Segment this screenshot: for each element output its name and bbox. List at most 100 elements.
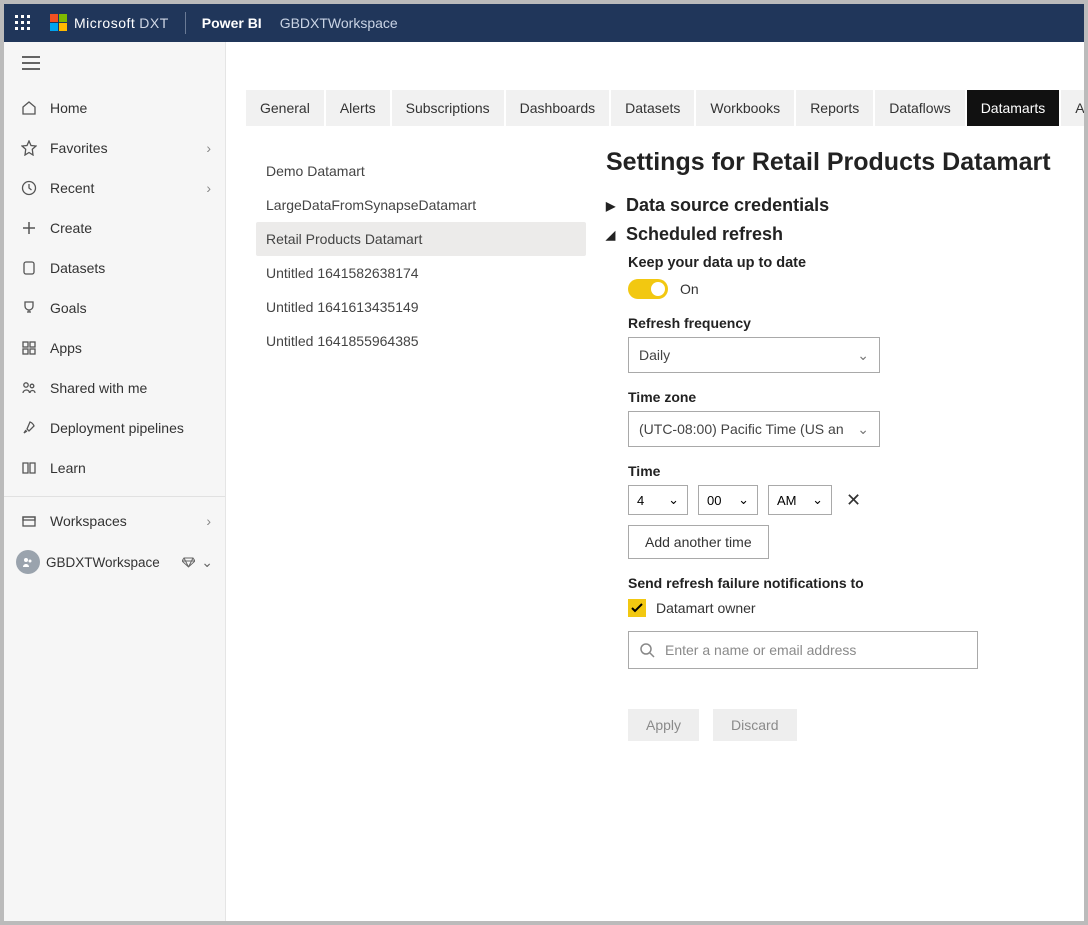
datamart-list-item[interactable]: Untitled 1641582638174 [256, 256, 586, 290]
nav-label: Goals [50, 300, 211, 316]
settings-panel: Settings for Retail Products Datamart ▶ … [586, 126, 1084, 921]
clock-icon [18, 180, 40, 196]
notify-owner-row: Datamart owner [628, 599, 1054, 617]
nav-item-learn[interactable]: Learn [4, 448, 225, 488]
nav-item-pipelines[interactable]: Deployment pipelines [4, 408, 225, 448]
global-header: MicrosoftDXT Power BI GBDXTWorkspace [4, 4, 1084, 42]
book-icon [18, 460, 40, 476]
app-launcher-icon[interactable] [10, 10, 36, 36]
triangle-down-icon: ◢ [606, 228, 620, 242]
nav-label: Workspaces [50, 513, 206, 529]
action-buttons: Apply Discard [628, 709, 1054, 741]
frequency-select[interactable]: Daily ⌄ [628, 337, 880, 373]
time-ampm-select[interactable]: AM⌄ [768, 485, 832, 515]
frequency-label: Refresh frequency [628, 315, 1054, 331]
settings-tabstrip: General Alerts Subscriptions Dashboards … [246, 90, 1084, 126]
apply-button[interactable]: Apply [628, 709, 699, 741]
discard-button[interactable]: Discard [713, 709, 796, 741]
select-value: Daily [639, 347, 670, 363]
nav-item-shared[interactable]: Shared with me [4, 368, 225, 408]
chevron-down-icon: ⌄ [201, 554, 213, 571]
section-header-refresh[interactable]: ◢ Scheduled refresh [606, 224, 1054, 245]
premium-diamond-icon [182, 557, 195, 568]
nav-item-datasets[interactable]: Datasets [4, 248, 225, 288]
tab-reports[interactable]: Reports [796, 90, 873, 126]
keep-data-label: Keep your data up to date [628, 255, 1054, 271]
search-icon [639, 642, 655, 658]
shared-icon [18, 380, 40, 396]
nav-label: Shared with me [50, 380, 211, 396]
notify-label: Send refresh failure notifications to [628, 575, 1054, 591]
datamart-list-item[interactable]: Untitled 1641855964385 [256, 324, 586, 358]
workspace-name: GBDXTWorkspace [46, 555, 178, 570]
microsoft-logo-icon [50, 14, 68, 32]
toggle-state: On [680, 281, 699, 297]
section-label: Data source credentials [626, 195, 829, 216]
tab-dashboards[interactable]: Dashboards [506, 90, 610, 126]
tab-workbooks[interactable]: Workbooks [696, 90, 794, 126]
nav-label: Create [50, 220, 211, 236]
nav-item-home[interactable]: Home [4, 88, 225, 128]
remove-time-icon[interactable]: ✕ [846, 490, 861, 511]
datamart-list-item[interactable]: Untitled 1641613435149 [256, 290, 586, 324]
chevron-down-icon: ⌄ [857, 347, 869, 364]
tab-datasets[interactable]: Datasets [611, 90, 694, 126]
tab-subscriptions[interactable]: Subscriptions [392, 90, 504, 126]
chevron-right-icon: › [206, 180, 211, 196]
nav-item-favorites[interactable]: Favorites › [4, 128, 225, 168]
section-label: Scheduled refresh [626, 224, 783, 245]
chevron-down-icon: ⌄ [857, 421, 869, 438]
nav-collapse-button[interactable] [22, 56, 40, 70]
chevron-down-icon: ⌄ [812, 492, 823, 508]
tab-dataflows[interactable]: Dataflows [875, 90, 964, 126]
tab-alerts[interactable]: Alerts [326, 90, 390, 126]
tab-datamarts[interactable]: Datamarts [967, 90, 1060, 126]
star-icon [18, 140, 40, 156]
nav-label: Recent [50, 180, 206, 196]
time-minute-select[interactable]: 00⌄ [698, 485, 758, 515]
notify-owner-checkbox[interactable] [628, 599, 646, 617]
nav-label: Learn [50, 460, 211, 476]
datamart-list-item[interactable]: Demo Datamart [256, 154, 586, 188]
timezone-label: Time zone [628, 389, 1054, 405]
datamart-list-item[interactable]: Retail Products Datamart [256, 222, 586, 256]
chevron-right-icon: › [206, 140, 211, 156]
nav-item-workspaces[interactable]: Workspaces › [4, 501, 225, 541]
header-separator [185, 12, 186, 34]
refresh-toggle[interactable]: On [628, 279, 1054, 299]
nav-label: Deployment pipelines [50, 420, 211, 436]
select-value: (UTC-08:00) Pacific Time (US an [639, 421, 844, 437]
nav-label: Home [50, 100, 211, 116]
nav-item-recent[interactable]: Recent › [4, 168, 225, 208]
nav-item-goals[interactable]: Goals [4, 288, 225, 328]
brand-label: MicrosoftDXT [74, 15, 169, 31]
section-credentials: ▶ Data source credentials [606, 195, 1054, 216]
section-header-credentials[interactable]: ▶ Data source credentials [606, 195, 1054, 216]
tab-general[interactable]: General [246, 90, 324, 126]
settings-title: Settings for Retail Products Datamart [606, 148, 1054, 177]
nav-item-create[interactable]: Create [4, 208, 225, 248]
timezone-select[interactable]: (UTC-08:00) Pacific Time (US an ⌄ [628, 411, 880, 447]
nav-label: Favorites [50, 140, 206, 156]
header-workspace-name[interactable]: GBDXTWorkspace [280, 15, 398, 31]
left-nav: Home Favorites › Recent › Create Dataset… [4, 42, 226, 921]
input-placeholder: Enter a name or email address [665, 642, 856, 658]
nav-item-apps[interactable]: Apps [4, 328, 225, 368]
triangle-right-icon: ▶ [606, 199, 620, 213]
current-workspace-row[interactable]: GBDXTWorkspace ⌄ [4, 541, 225, 583]
main-region: General Alerts Subscriptions Dashboards … [226, 42, 1084, 921]
notify-contact-input[interactable]: Enter a name or email address [628, 631, 978, 669]
time-hour-select[interactable]: 4⌄ [628, 485, 688, 515]
workspaces-icon [18, 513, 40, 529]
datamart-list-item[interactable]: LargeDataFromSynapseDatamart [256, 188, 586, 222]
apps-icon [18, 340, 40, 356]
app-name[interactable]: Power BI [202, 15, 262, 31]
time-row: 4⌄ 00⌄ AM⌄ ✕ [628, 485, 1054, 515]
chevron-right-icon: › [206, 513, 211, 529]
notify-owner-label: Datamart owner [656, 600, 756, 616]
database-icon [18, 260, 40, 276]
nav-label: Apps [50, 340, 211, 356]
tab-app[interactable]: App [1061, 90, 1084, 126]
add-another-time-button[interactable]: Add another time [628, 525, 769, 559]
nav-label: Datasets [50, 260, 211, 276]
